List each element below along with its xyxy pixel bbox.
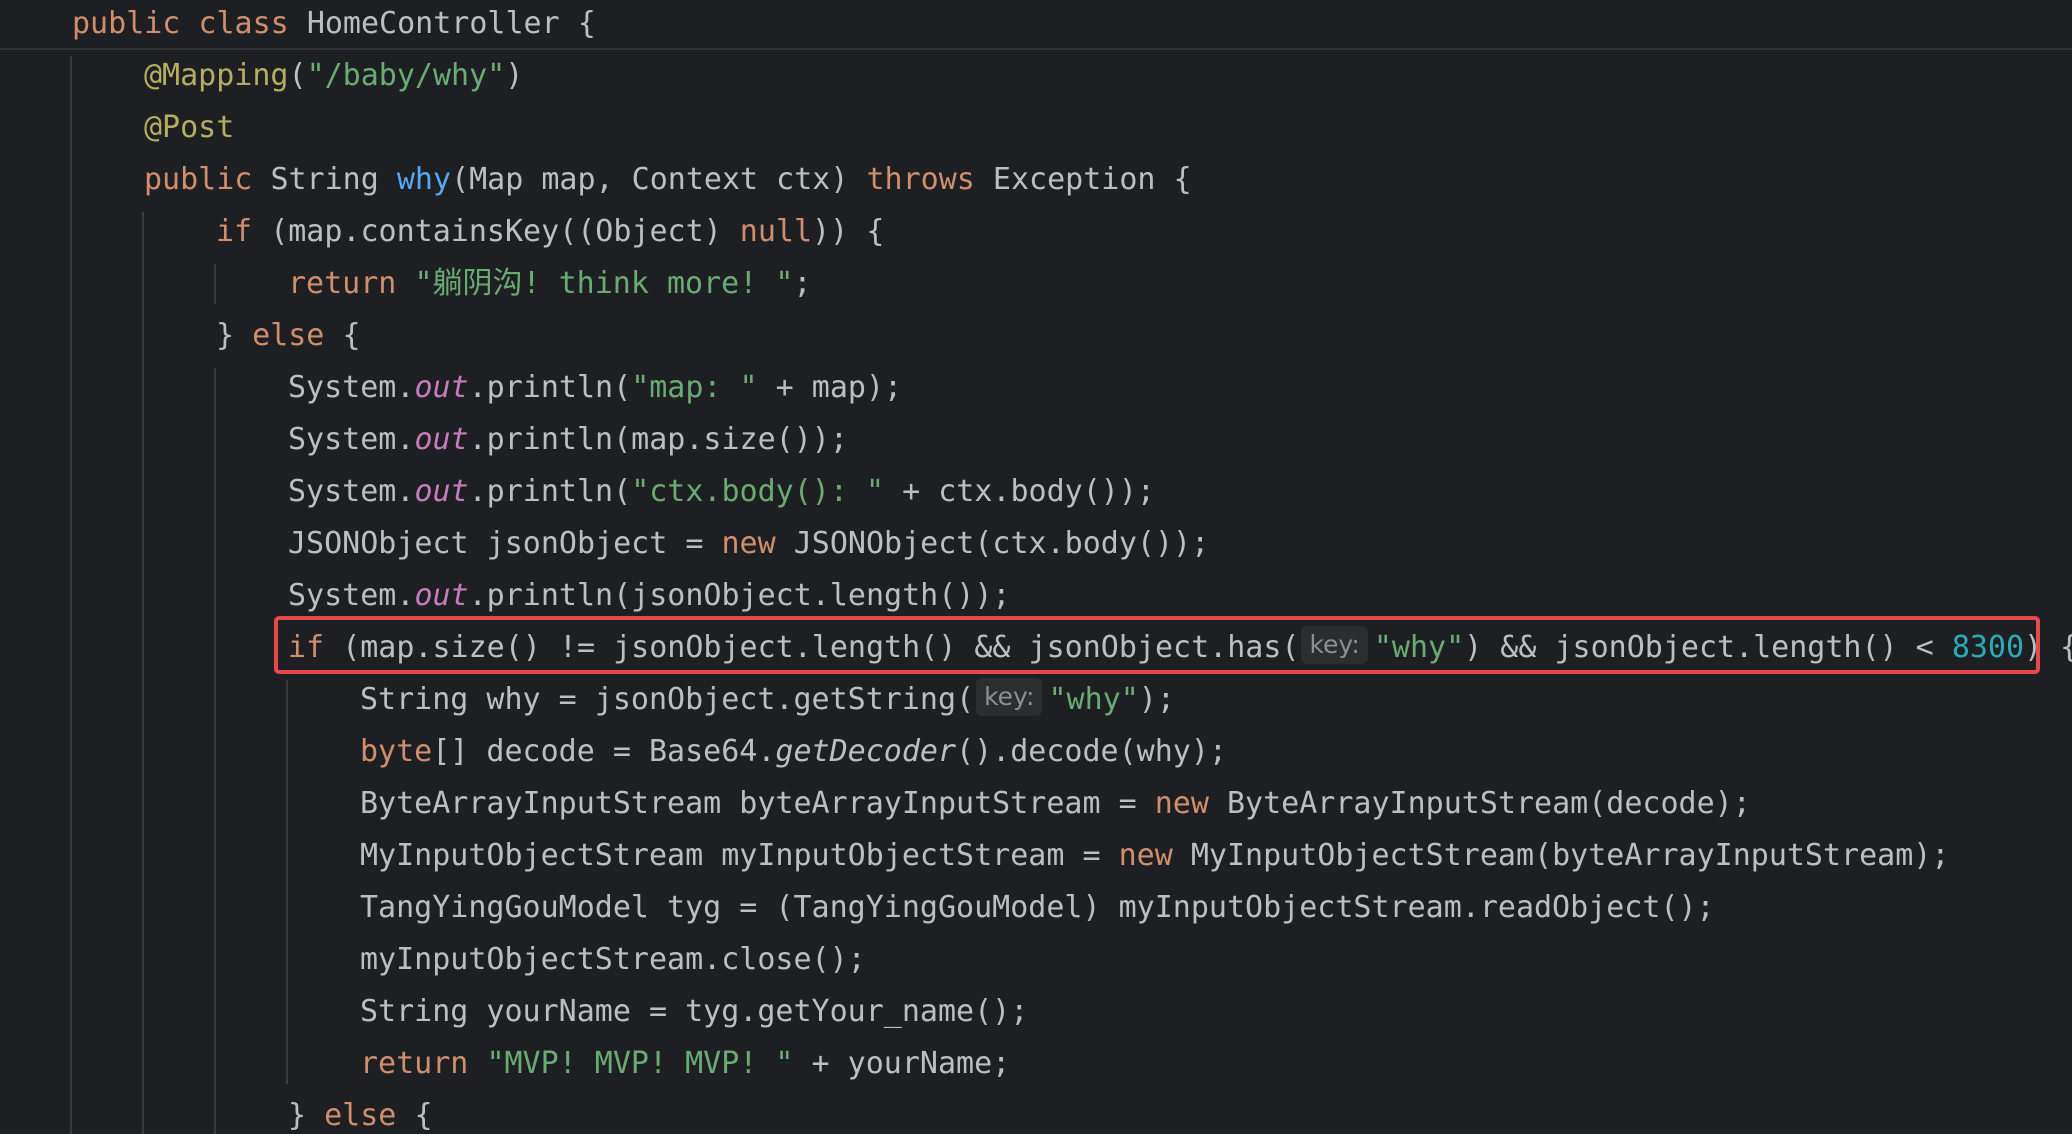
code-token: out bbox=[414, 422, 469, 457]
code-token: return bbox=[360, 1046, 487, 1081]
indent-guide bbox=[214, 264, 216, 304]
code-token: } bbox=[216, 318, 253, 353]
code-token: String yourName = tyg.getYour_name(); bbox=[360, 994, 1029, 1029]
code-token: MyInputObjectStream myInputObjectStream … bbox=[360, 838, 1119, 873]
code-token: ByteArrayInputStream byteArrayInputStrea… bbox=[360, 786, 1155, 821]
code-token: .println( bbox=[468, 370, 632, 405]
code-token: new bbox=[1118, 838, 1191, 873]
code-token: out bbox=[414, 370, 469, 405]
code-token: @Post bbox=[144, 110, 235, 145]
code-token: "躺阴沟! think more! " bbox=[414, 266, 794, 301]
code-token: System. bbox=[288, 370, 415, 405]
code-token: null bbox=[739, 214, 813, 249]
code-token: myInputObjectStream.close(); bbox=[360, 942, 866, 977]
code-token: public bbox=[144, 162, 271, 197]
code-line[interactable]: if (map.containsKey((Object) null)) { bbox=[216, 206, 884, 258]
code-line[interactable]: @Post bbox=[144, 102, 234, 154]
code-line[interactable]: String why = jsonObject.getString(key: "w… bbox=[360, 674, 1175, 726]
code-token: return bbox=[288, 266, 415, 301]
code-line[interactable]: } else { bbox=[288, 1090, 433, 1134]
code-token: else bbox=[324, 1098, 415, 1133]
code-token: else bbox=[252, 318, 343, 353]
code-token: + map); bbox=[757, 370, 903, 405]
code-line[interactable]: System.out.println(jsonObject.length()); bbox=[288, 570, 1010, 622]
code-token: public bbox=[72, 6, 199, 41]
code-token: System. bbox=[288, 474, 415, 509]
code-token: new bbox=[721, 526, 794, 561]
code-token: TangYingGouModel tyg = (TangYingGouModel… bbox=[360, 890, 1715, 925]
code-line[interactable]: public class HomeController { bbox=[72, 0, 596, 50]
code-token: ) bbox=[505, 58, 524, 93]
code-token: [] decode = Base64. bbox=[432, 734, 776, 769]
code-line[interactable]: return "躺阴沟! think more! "; bbox=[288, 258, 811, 310]
code-token: ; bbox=[793, 266, 812, 301]
code-token: + yourName; bbox=[793, 1046, 1011, 1081]
code-line[interactable]: System.out.println("map: " + map); bbox=[288, 362, 902, 414]
code-editor[interactable]: public class HomeController {@Mapping("/… bbox=[0, 0, 2072, 1134]
code-token: ().decode(why); bbox=[956, 734, 1227, 769]
code-token: "why" bbox=[1048, 682, 1139, 717]
indent-guide bbox=[70, 56, 72, 1134]
code-token: String why = jsonObject.getString( bbox=[360, 682, 975, 717]
code-token: out bbox=[414, 474, 469, 509]
code-line[interactable]: TangYingGouModel tyg = (TangYingGouModel… bbox=[360, 882, 1715, 934]
code-line[interactable]: System.out.println("ctx.body(): " + ctx.… bbox=[288, 466, 1155, 518]
code-line[interactable]: public String why(Map map, Context ctx) … bbox=[144, 154, 1192, 206]
code-token: ByteArrayInputStream(decode); bbox=[1226, 786, 1751, 821]
code-token: { bbox=[342, 318, 361, 353]
code-token: if bbox=[216, 214, 271, 249]
code-token: MyInputObjectStream(byteArrayInputStream… bbox=[1190, 838, 1950, 873]
code-token: "map: " bbox=[631, 370, 758, 405]
code-token: "MVP! MVP! MVP! " bbox=[486, 1046, 794, 1081]
code-line[interactable]: byte[] decode = Base64.getDecoder().deco… bbox=[360, 726, 1227, 778]
code-token: )) { bbox=[812, 214, 885, 249]
indent-guide bbox=[286, 680, 288, 1084]
parameter-hint: key: bbox=[976, 678, 1043, 716]
code-token: System. bbox=[288, 422, 415, 457]
code-line[interactable]: } else { bbox=[216, 310, 361, 362]
code-token: } bbox=[288, 1098, 325, 1133]
code-line[interactable]: JSONObject jsonObject = new JSONObject(c… bbox=[288, 518, 1209, 570]
code-line[interactable]: System.out.println(map.size()); bbox=[288, 414, 848, 466]
code-token: .println(jsonObject.length()); bbox=[468, 578, 1011, 613]
code-token: .println(map.size()); bbox=[468, 422, 848, 457]
code-token: JSONObject(ctx.body()); bbox=[793, 526, 1210, 561]
code-token: (map.containsKey((Object) bbox=[270, 214, 740, 249]
code-token: throws bbox=[866, 162, 993, 197]
code-line[interactable]: String yourName = tyg.getYour_name(); bbox=[360, 986, 1028, 1038]
code-token: JSONObject jsonObject = bbox=[288, 526, 722, 561]
indent-guide bbox=[142, 212, 144, 1134]
code-token: out bbox=[414, 578, 469, 613]
indent-guide bbox=[214, 368, 216, 1134]
code-token: ( bbox=[288, 58, 307, 93]
code-token: String bbox=[270, 162, 397, 197]
code-line[interactable]: MyInputObjectStream myInputObjectStream … bbox=[360, 830, 1949, 882]
code-token: { bbox=[414, 1098, 433, 1133]
code-token: "ctx.body(): " bbox=[631, 474, 885, 509]
code-line[interactable]: @Mapping("/baby/why") bbox=[144, 50, 523, 102]
code-line[interactable]: ByteArrayInputStream byteArrayInputStrea… bbox=[360, 778, 1751, 830]
code-token: @Mapping bbox=[144, 58, 289, 93]
code-token: why bbox=[396, 162, 452, 197]
code-token: byte bbox=[360, 734, 433, 769]
code-token: ); bbox=[1138, 682, 1175, 717]
code-token: (Map map, Context ctx) bbox=[451, 162, 867, 197]
code-token: getDecoder bbox=[775, 734, 957, 769]
code-token: new bbox=[1154, 786, 1227, 821]
code-line[interactable]: return "MVP! MVP! MVP! " + yourName; bbox=[360, 1038, 1010, 1090]
code-token: .println( bbox=[468, 474, 632, 509]
highlight-box bbox=[274, 616, 2040, 674]
code-line[interactable]: myInputObjectStream.close(); bbox=[360, 934, 866, 986]
code-token: System. bbox=[288, 578, 415, 613]
code-token: Exception { bbox=[992, 162, 1192, 197]
code-token: "/baby/why" bbox=[306, 58, 506, 93]
code-token: + ctx.body()); bbox=[884, 474, 1155, 509]
code-token: HomeController { bbox=[306, 6, 596, 41]
code-token: class bbox=[198, 6, 307, 41]
